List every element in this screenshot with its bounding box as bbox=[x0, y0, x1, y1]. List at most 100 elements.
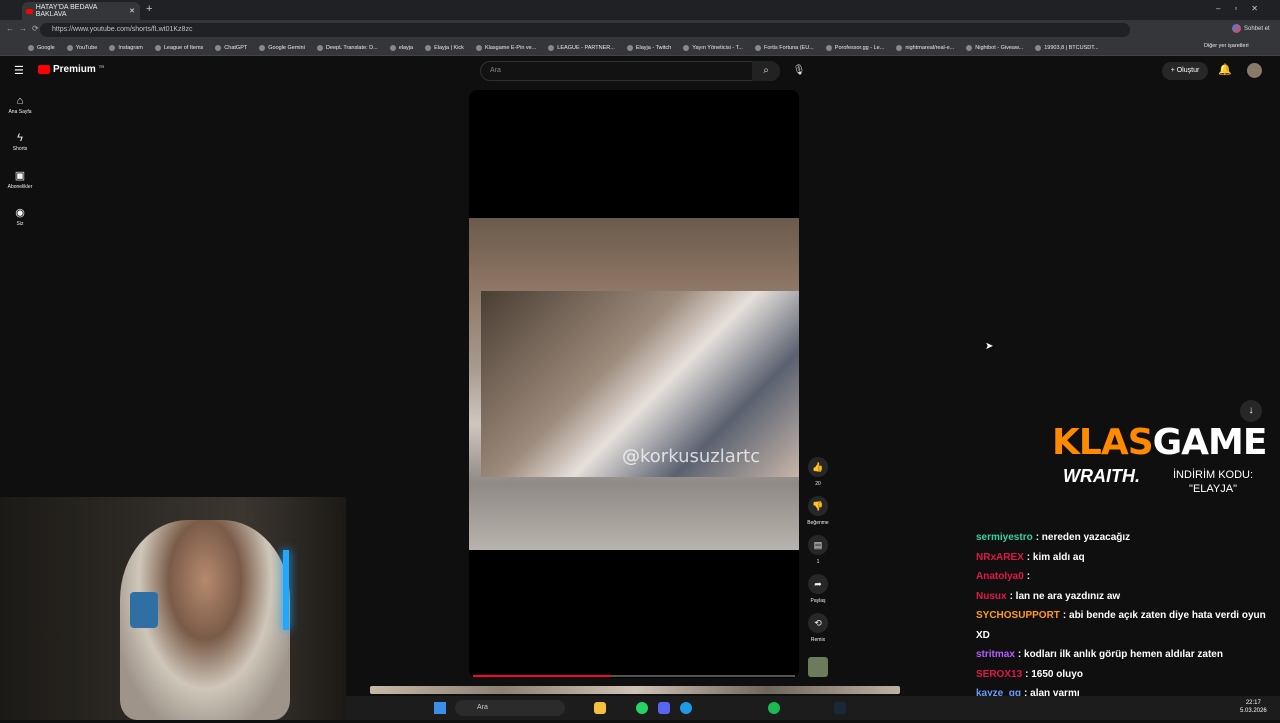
browser-tab[interactable]: HATAY'DA BEDAVA BAKLAVA ✕ bbox=[22, 2, 140, 20]
clock: 22:175.03.2026 bbox=[1240, 699, 1267, 715]
discord-icon[interactable] bbox=[658, 702, 670, 714]
progress-bar-fill bbox=[473, 675, 611, 677]
sidebar-item-label: Abonelikler bbox=[8, 184, 33, 190]
bookmark-item[interactable]: Klasgame E-Pin ve... bbox=[476, 45, 536, 51]
bookmark-item[interactable]: 19903,8 | BTCUSDT... bbox=[1035, 45, 1098, 51]
bookmark-item[interactable]: Instagram bbox=[109, 45, 142, 51]
edge-icon[interactable] bbox=[680, 702, 692, 714]
sound-thumbnail[interactable] bbox=[808, 657, 828, 677]
chat-username[interactable]: Anatolya0 bbox=[976, 571, 1024, 582]
chat-username[interactable]: SEROX13 bbox=[976, 669, 1022, 680]
chat-text: : 1650 oluyo bbox=[1025, 669, 1083, 680]
discount-line1: İNDİRİM KODU: bbox=[1173, 468, 1253, 482]
chat-username[interactable]: sermiyestro bbox=[976, 532, 1033, 543]
product-name: WRAITH. bbox=[1063, 466, 1140, 487]
clock-time: 22:17 bbox=[1240, 699, 1267, 707]
chat-username[interactable]: SYCHOSUPPORT bbox=[976, 610, 1060, 621]
next-video-arrow-icon[interactable]: ↓ bbox=[1240, 400, 1262, 422]
chat-text: : nereden yazacağız bbox=[1036, 532, 1130, 543]
bookmark-favicon-icon bbox=[317, 45, 323, 51]
sidebar-item-home[interactable]: ⌂Ana Sayfa bbox=[4, 95, 36, 115]
bookmark-item[interactable]: ChatGPT bbox=[215, 45, 247, 51]
notifications-bell-icon[interactable]: 🔔 bbox=[1218, 63, 1232, 76]
tab-title: HATAY'DA BEDAVA BAKLAVA bbox=[36, 4, 126, 18]
avatar[interactable] bbox=[1247, 63, 1262, 78]
remix-button[interactable]: ⟲Remix bbox=[804, 613, 832, 643]
bookmark-favicon-icon bbox=[683, 45, 689, 51]
search-input[interactable]: Ara bbox=[480, 61, 780, 81]
bookmark-item[interactable]: League of Items bbox=[155, 45, 203, 51]
tab-close-icon[interactable]: ✕ bbox=[129, 7, 135, 15]
explorer-icon[interactable] bbox=[594, 702, 606, 714]
bookmark-favicon-icon bbox=[826, 45, 832, 51]
bookmark-favicon-icon bbox=[755, 45, 761, 51]
bookmark-item[interactable]: nightmareal/real-e... bbox=[896, 45, 954, 51]
bookmark-label: LEAGUE - PARTNER... bbox=[557, 45, 615, 51]
bookmark-item[interactable]: Elayja - Twitch bbox=[627, 45, 671, 51]
thumbs-up-icon: 👍 bbox=[808, 457, 828, 477]
spotify-icon[interactable] bbox=[768, 702, 780, 714]
like-button[interactable]: 👍 20 bbox=[804, 457, 832, 487]
chat-username[interactable]: Nusux bbox=[976, 591, 1007, 602]
bookmark-label: Google bbox=[37, 45, 55, 51]
url-field[interactable]: https://www.youtube.com/shorts/fLwt01Kz8… bbox=[40, 23, 1130, 37]
profile-chip[interactable]: Sohbet et bbox=[1232, 24, 1270, 33]
like-count: 20 bbox=[815, 481, 821, 487]
next-shorts-strip[interactable] bbox=[370, 686, 900, 694]
start-icon[interactable] bbox=[434, 702, 446, 714]
chat-message: sermiyestro: nereden yazacağız bbox=[976, 528, 1276, 548]
you-icon: ◉ bbox=[4, 206, 36, 219]
profile-chip-label: Sohbet et bbox=[1244, 26, 1270, 32]
bookmark-label: DeepL Translate: D... bbox=[326, 45, 378, 51]
bookmark-item[interactable]: YouTube bbox=[67, 45, 98, 51]
bookmark-item[interactable]: Porofessor.gg - Le... bbox=[826, 45, 885, 51]
microphone-icon[interactable]: 🎙 bbox=[790, 61, 808, 81]
dislike-button[interactable]: 👎Beğenme bbox=[804, 496, 832, 526]
chat-message: stritmax: kodları ilk anlık görüp hemen … bbox=[976, 645, 1276, 665]
menu-icon[interactable]: ☰ bbox=[14, 64, 24, 77]
create-button[interactable]: + Oluştur bbox=[1162, 62, 1208, 80]
comments-button[interactable]: ▤1 bbox=[804, 535, 832, 565]
bookmark-item[interactable]: Nightbot - Giveaw... bbox=[966, 45, 1023, 51]
bookmark-item[interactable]: Google bbox=[28, 45, 55, 51]
bookmark-item[interactable]: Google Gemini bbox=[259, 45, 305, 51]
bookmark-favicon-icon bbox=[390, 45, 396, 51]
chat-text: : kodları ilk anlık görüp hemen aldılar … bbox=[1018, 649, 1223, 660]
whatsapp-icon[interactable] bbox=[636, 702, 648, 714]
youtube-logo[interactable]: Premium TR bbox=[38, 64, 104, 75]
taskbar-search[interactable]: Ara bbox=[455, 700, 565, 716]
bookmark-favicon-icon bbox=[476, 45, 482, 51]
search-icon[interactable]: ⌕ bbox=[752, 61, 780, 81]
chat-username[interactable]: stritmax bbox=[976, 649, 1015, 660]
dislike-label: Beğenme bbox=[807, 520, 828, 526]
bookmark-item[interactable]: Yayın Yöneticisi - T... bbox=[683, 45, 743, 51]
sidebar-item-label: Siz bbox=[17, 221, 24, 227]
bookmark-item[interactable]: LEAGUE - PARTNER... bbox=[548, 45, 615, 51]
bookmark-label: Fortis Fortuna (EU... bbox=[764, 45, 814, 51]
bookmark-favicon-icon bbox=[215, 45, 221, 51]
bookmark-item[interactable]: elayja bbox=[390, 45, 413, 51]
bookmark-item[interactable]: Fortis Fortuna (EU... bbox=[755, 45, 814, 51]
nav-buttons[interactable]: ←→⟳ bbox=[6, 24, 44, 33]
new-tab-button[interactable]: + bbox=[146, 3, 152, 15]
bookmark-label: elayja bbox=[399, 45, 413, 51]
sidebar-item-you[interactable]: ◉ Siz bbox=[4, 206, 36, 227]
chat-message: Nusux: lan ne ara yazdınız aw bbox=[976, 587, 1276, 607]
bookmark-item[interactable]: Elayja | Kick bbox=[425, 45, 464, 51]
window-controls[interactable]: –▫✕ bbox=[1216, 4, 1272, 13]
bookmark-favicon-icon bbox=[896, 45, 902, 51]
sidebar-item-shorts[interactable]: ϟShorts bbox=[4, 132, 36, 152]
bookmark-favicon-icon bbox=[259, 45, 265, 51]
subscriptions-icon: ▣ bbox=[4, 169, 36, 182]
sidebar-item-subscriptions[interactable]: ▣ Abonelikler bbox=[4, 169, 36, 190]
share-button[interactable]: ➦Paylaş bbox=[804, 574, 832, 604]
video-watermark: @korkusuzlartc bbox=[622, 446, 760, 467]
chat-message: SEROX13: 1650 oluyo bbox=[976, 665, 1276, 685]
chat-username[interactable]: NRxAREX bbox=[976, 552, 1024, 563]
gemini-icon bbox=[1232, 24, 1241, 33]
remix-label: Remix bbox=[811, 637, 825, 643]
other-bookmarks[interactable]: Diğer yer işaretleri bbox=[1204, 43, 1249, 49]
bookmark-item[interactable]: DeepL Translate: D... bbox=[317, 45, 378, 51]
youtube-favicon-icon bbox=[26, 9, 33, 14]
steam-icon[interactable] bbox=[834, 702, 846, 714]
